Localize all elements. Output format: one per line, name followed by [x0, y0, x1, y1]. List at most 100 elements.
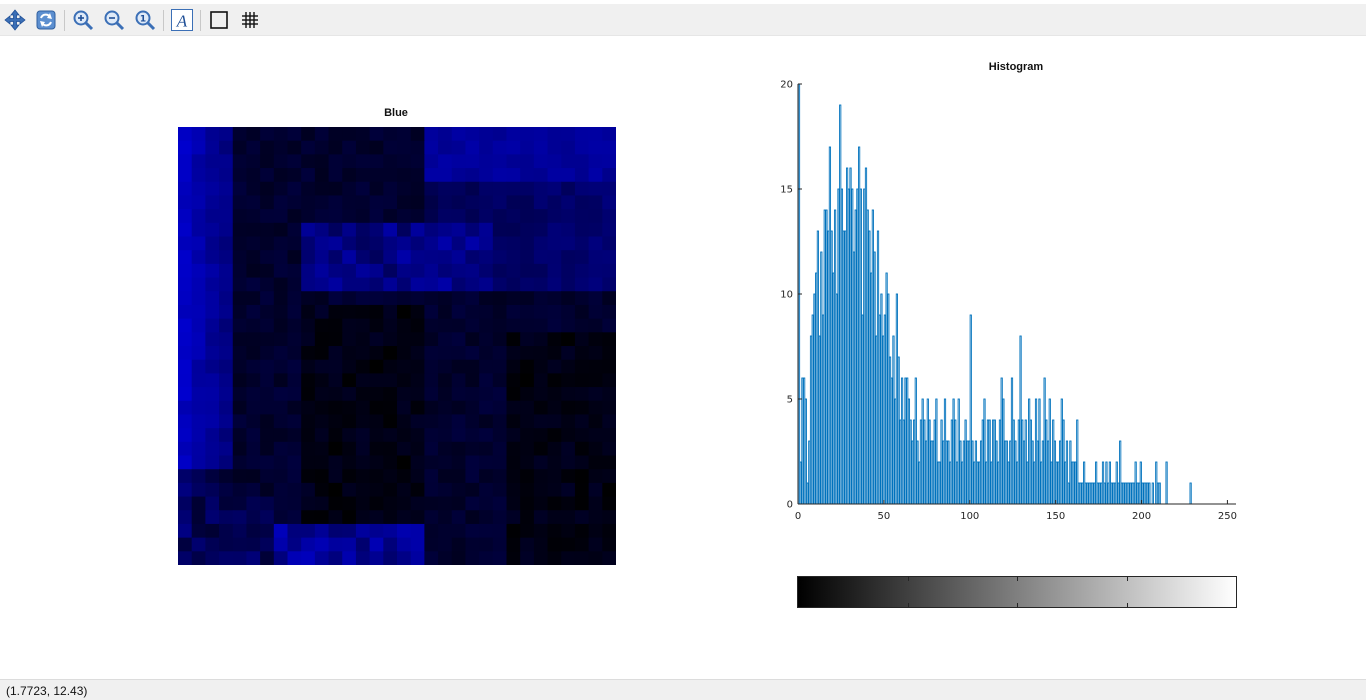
image-pixel — [561, 523, 576, 539]
histogram-bar — [1143, 482, 1146, 505]
image-pixel — [574, 387, 590, 402]
image-pixel — [410, 195, 425, 210]
image-pixel — [547, 523, 562, 539]
image-pixel — [369, 414, 384, 429]
image-pixel — [506, 263, 521, 279]
histogram-bar — [1019, 335, 1022, 505]
image-pixel — [178, 236, 193, 251]
image-pixel — [451, 291, 467, 306]
histogram-bar — [897, 356, 900, 505]
image-pixel — [191, 318, 206, 333]
image-pixel — [260, 523, 275, 539]
zoom-in-button[interactable] — [70, 7, 96, 33]
histogram-bar — [1022, 440, 1026, 505]
histogram-bar — [973, 461, 976, 505]
histogram-bar — [1010, 377, 1014, 505]
histogram-axes[interactable]: 0 50 100 150 200 250 0 5 10 15 20 — [770, 76, 1250, 526]
image-pixel — [547, 168, 562, 183]
blue-channel-image[interactable] — [178, 127, 616, 565]
image-pixel — [178, 168, 193, 183]
image-pixel — [410, 469, 425, 484]
image-pixel — [533, 236, 549, 251]
image-pixel — [219, 209, 234, 224]
image-pixel — [205, 400, 220, 416]
image-pixel — [273, 537, 289, 552]
image-pixel — [342, 168, 357, 183]
image-pixel — [492, 154, 508, 169]
image-pixel — [506, 510, 521, 525]
image-pixel — [561, 332, 576, 347]
image-pixel — [314, 195, 330, 210]
image-pixel — [355, 428, 371, 443]
rotate-button[interactable] — [33, 7, 59, 33]
image-pixel — [506, 195, 521, 210]
histogram-bar — [1012, 419, 1015, 505]
image-pixel — [479, 346, 494, 361]
image-pixel — [547, 482, 562, 498]
histogram-bar — [885, 272, 888, 505]
image-pixel — [561, 346, 576, 361]
image-pixel — [465, 140, 480, 155]
image-pixel — [273, 291, 289, 306]
image-pixel — [451, 441, 467, 457]
histogram-bar — [1146, 482, 1149, 505]
grid-button[interactable] — [237, 7, 263, 33]
image-pixel — [314, 140, 330, 155]
histogram-bar — [864, 167, 868, 505]
histogram-bar — [997, 461, 1000, 505]
image-pixel — [479, 127, 494, 142]
image-pixel — [479, 181, 494, 197]
image-pixel — [479, 414, 494, 429]
image-pixel — [547, 250, 562, 265]
histogram-bar — [1086, 482, 1089, 505]
image-pixel — [438, 551, 453, 565]
image-pixel — [506, 291, 521, 306]
image-pixel — [342, 373, 357, 388]
image-pixel — [314, 359, 330, 374]
image-pixel — [369, 359, 384, 374]
image-pixel — [191, 291, 206, 306]
image-pixel — [260, 414, 275, 429]
image-pixel — [410, 277, 425, 292]
pan-button[interactable] — [2, 7, 28, 33]
image-pixel — [574, 496, 590, 511]
image-pixel — [219, 263, 234, 279]
histogram-bar — [1127, 482, 1130, 505]
text-annotation-button[interactable]: A — [169, 7, 195, 33]
image-pixel — [232, 346, 248, 361]
image-pixel — [260, 346, 275, 361]
image-pixel — [424, 127, 439, 142]
zoom-out-button[interactable] — [101, 7, 127, 33]
image-pixel — [547, 455, 562, 470]
image-pixel — [328, 537, 343, 552]
image-pixel — [232, 537, 248, 552]
text-annotation-icon: A — [171, 9, 193, 31]
image-pixel — [547, 127, 562, 142]
image-pixel — [424, 387, 439, 402]
histogram-bar — [1053, 440, 1057, 505]
zoom-reset-button[interactable]: 1 — [132, 7, 158, 33]
image-pixel — [533, 250, 549, 265]
axes-box-button[interactable] — [206, 7, 232, 33]
image-pixel — [383, 291, 398, 306]
image-pixel — [314, 387, 330, 402]
image-pixel — [588, 277, 603, 292]
image-pixel — [328, 250, 343, 265]
image-pixel — [342, 428, 357, 443]
image-pixel — [533, 304, 549, 320]
image-pixel — [451, 250, 467, 265]
image-pixel — [383, 496, 398, 511]
image-pixel — [246, 455, 261, 470]
image-pixel — [520, 332, 535, 347]
image-pixel — [219, 373, 234, 388]
image-pixel — [397, 195, 412, 210]
image-pixel — [520, 551, 535, 565]
image-pixel — [506, 250, 521, 265]
image-pixel — [547, 469, 562, 484]
histogram-bar — [1050, 461, 1053, 505]
image-pixel — [465, 400, 480, 416]
image-pixel — [424, 181, 439, 197]
image-pixel — [451, 222, 467, 238]
image-pixel — [410, 359, 425, 374]
histogram-bar — [899, 419, 902, 505]
